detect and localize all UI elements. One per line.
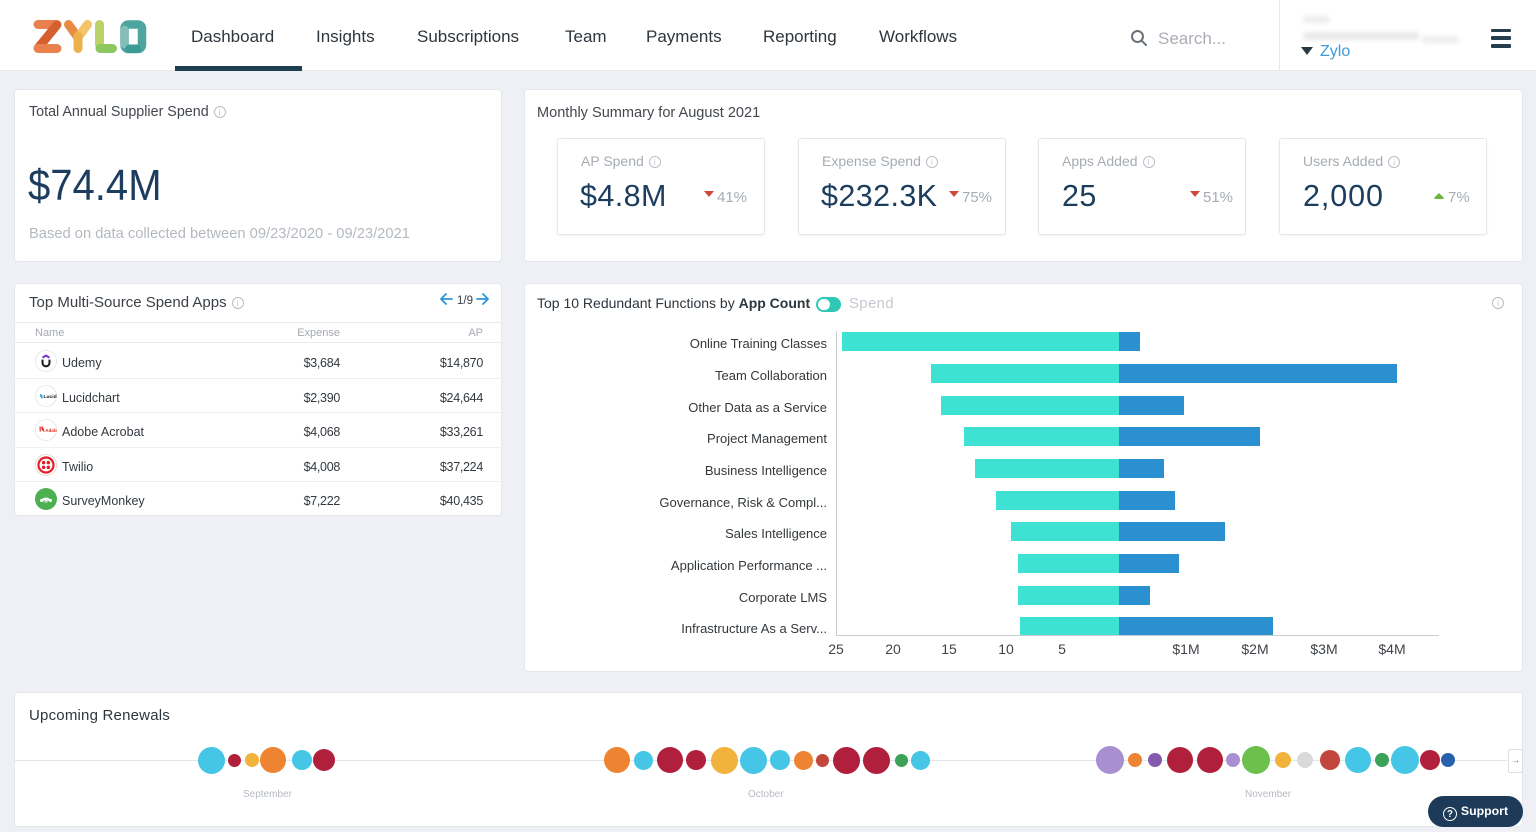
svg-text:Lucid: Lucid xyxy=(44,394,57,400)
svg-text:Adobe: Adobe xyxy=(45,428,57,433)
